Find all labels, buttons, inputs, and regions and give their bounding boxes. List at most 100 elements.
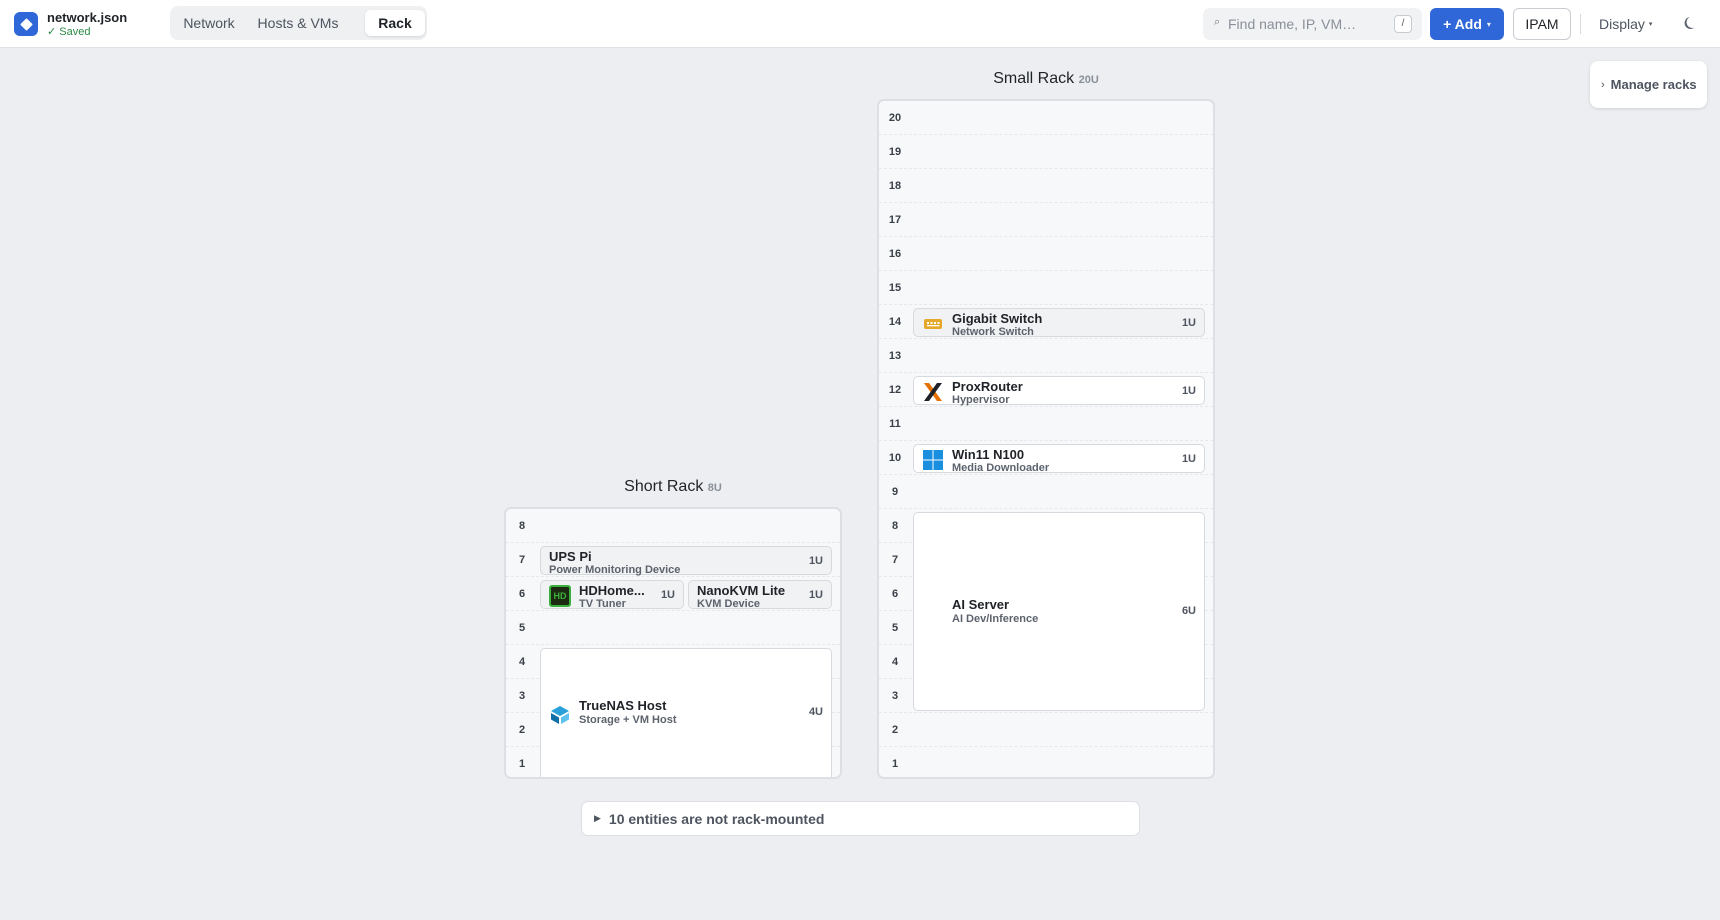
unit-number: 17 [888,214,902,226]
unit-number: 2 [891,724,899,736]
device-unit-size: 1U [660,589,675,601]
display-label: Display [1599,16,1645,32]
add-button[interactable]: + Add ▾ [1430,8,1504,40]
device-name: TrueNAS Host [579,698,667,713]
add-button-label: + Add [1443,16,1482,32]
rack-slot[interactable]: 2 [879,713,1213,747]
top-bar: network.json ✓ Saved Network Hosts & VMs… [0,0,1720,48]
unit-number: 19 [888,146,902,158]
unit-number: 3 [518,690,526,702]
unit-number: 9 [891,486,899,498]
device-unit-size: 1U [808,555,823,567]
network-switch-icon [924,319,942,329]
unit-number: 14 [888,316,902,328]
rack-device-gigabit-switch[interactable]: Gigabit Switch Network Switch 1U [913,308,1205,338]
unit-number: 1 [891,758,899,770]
unit-number: 13 [888,350,902,362]
unit-number: 5 [891,622,899,634]
unmounted-entities-toggle[interactable]: ▶ 10 entities are not rack-mounted [581,801,1140,836]
device-unit-size: 1U [808,589,823,601]
device-name: NanoKVM Lite [697,583,786,598]
rack-device-proxrouter[interactable]: ProxRouter Hypervisor 1U [913,376,1205,406]
unit-number: 15 [888,282,902,294]
manage-racks-label: Manage racks [1610,77,1697,92]
unit-number: 7 [518,554,526,566]
display-menu-button[interactable]: Display ▾ [1592,8,1662,40]
unit-number: 7 [891,554,899,566]
unit-number: 10 [888,452,902,464]
device-unit-size: 1U [1181,453,1196,465]
proxmox-icon [924,383,942,401]
rack-slot[interactable]: 18 [879,169,1213,203]
rack-name: Small Rack [993,70,1075,87]
unit-number: 4 [518,656,526,668]
dark-mode-toggle-moon-icon[interactable] [1681,13,1701,33]
device-role: AI Dev/Inference [952,613,1039,625]
rack-device-hdhomerun[interactable]: HD HDHome... TV Tuner 1U [540,580,684,610]
search-icon: ⌕ [1214,16,1221,28]
unit-number: 20 [888,112,902,124]
search-input[interactable]: ⌕ Find name, IP, VM… / [1203,8,1422,40]
disclosure-triangle-icon: ▶ [594,813,601,823]
unit-number: 5 [518,622,526,634]
rack-title-short: Short Rack 8U [504,478,842,496]
tab-network[interactable]: Network [174,10,244,36]
rack-device-truenas-host[interactable]: TrueNAS Host Storage + VM Host 4U [540,648,832,777]
rack-slot[interactable]: 17 [879,203,1213,237]
device-name: Win11 N100 [952,447,1025,462]
unit-number: 3 [891,690,899,702]
search-placeholder: Find name, IP, VM… [1228,16,1357,32]
device-name: ProxRouter [952,379,1023,394]
rack-slot[interactable]: 1 [879,747,1213,777]
device-role: Media Downloader [952,462,1050,474]
rack-slot[interactable]: 8 [506,509,840,543]
file-name[interactable]: network.json [47,10,127,25]
unit-number: 1 [518,758,526,770]
ipam-button[interactable]: IPAM [1513,8,1571,40]
device-name: Gigabit Switch [952,311,1043,326]
device-role: KVM Device [697,598,760,610]
device-name: HDHome... [579,583,645,598]
unit-number: 2 [518,724,526,736]
search-shortcut-hint: / [1394,15,1412,33]
rack-device-win11-n100[interactable]: Win11 N100 Media Downloader 1U [913,444,1205,474]
unit-number: 8 [518,520,526,532]
hdhomerun-icon: HD [549,585,571,607]
unit-number: 4 [891,656,899,668]
tab-rack[interactable]: Rack [365,10,425,36]
rack-size: 20U [1078,74,1099,86]
rack-device-ups-pi[interactable]: UPS Pi Power Monitoring Device 1U [540,546,832,576]
device-role: Storage + VM Host [579,714,677,726]
unit-number: 11 [889,418,901,430]
rack-slot[interactable]: 11 [879,407,1213,441]
save-status: ✓ Saved [47,26,91,38]
device-role: Hypervisor [952,394,1010,406]
unit-number: 18 [888,180,902,192]
toolbar-divider [1580,14,1581,34]
device-role: Power Monitoring Device [549,564,681,576]
rack-slot[interactable]: 5 [506,611,840,645]
rack-slot[interactable]: 9 [879,475,1213,509]
device-name: UPS Pi [549,549,592,564]
view-tabs: Network Hosts & VMs Rack [170,6,427,40]
rack-slot[interactable]: 15 [879,271,1213,305]
windows-icon [923,450,943,470]
unit-number: 6 [891,588,899,600]
tab-hosts-vms[interactable]: Hosts & VMs [250,10,346,36]
manage-racks-toggle[interactable]: › Manage racks [1590,61,1707,108]
device-name: AI Server [952,597,1010,612]
unit-number: 16 [888,248,902,260]
app-logo-icon [14,12,38,36]
rack-slot[interactable]: 19 [879,135,1213,169]
device-unit-size: 4U [808,706,823,718]
unit-number: 12 [888,384,902,396]
unmounted-label: 10 entities are not rack-mounted [608,810,825,827]
rack-device-ai-server[interactable]: AI Server AI Dev/Inference 6U [913,512,1205,711]
truenas-icon [551,706,569,724]
rack-slot[interactable]: 16 [879,237,1213,271]
rack-slot[interactable]: 13 [879,339,1213,373]
rack-slot[interactable]: 20 [879,101,1213,135]
unit-number: 6 [518,588,526,600]
rack-device-nanokvm-lite[interactable]: NanoKVM Lite KVM Device 1U [688,580,832,610]
chevron-down-icon: ▾ [1648,21,1653,28]
